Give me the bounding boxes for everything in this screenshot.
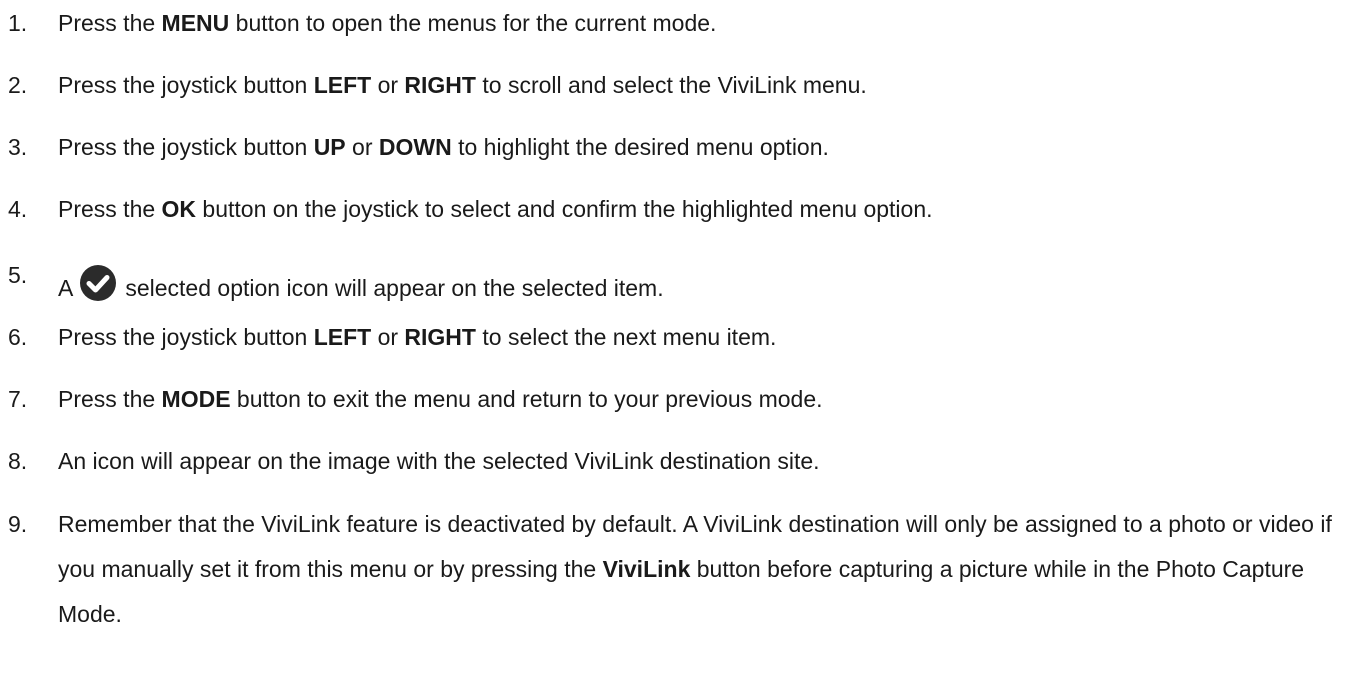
step-number: 1. [8, 10, 28, 36]
keyword-ok: OK [161, 196, 197, 222]
step-number: 2. [8, 72, 28, 98]
keyword-vivilink: ViviLink [602, 556, 691, 582]
step-text: Remember that the ViviLink feature is de… [58, 511, 1332, 627]
keyword-up: UP [313, 134, 346, 160]
step-number: 6. [8, 324, 28, 350]
step-text: Press the joystick button LEFT or RIGHT … [58, 72, 867, 98]
step-number: 9. [8, 511, 28, 537]
check-circle-icon [79, 264, 117, 302]
step-number: 4. [8, 196, 28, 222]
keyword-mode: MODE [161, 386, 231, 412]
keyword-down: DOWN [378, 134, 452, 160]
step-text: Press the MENU button to open the menus … [58, 10, 717, 36]
step-text: Aselected option icon will appear on the… [58, 264, 664, 302]
step-text: Press the MODE button to exit the menu a… [58, 386, 823, 412]
step-number: 3. [8, 134, 28, 160]
keyword-menu: MENU [161, 10, 230, 36]
step-number: 5. [8, 262, 28, 288]
step-text: Press the OK button on the joystick to s… [58, 196, 933, 222]
step-number: 7. [8, 386, 28, 412]
step-text: An icon will appear on the image with th… [58, 448, 820, 474]
keyword-left: LEFT [313, 324, 372, 350]
keyword-right: RIGHT [404, 324, 476, 350]
keyword-left: LEFT [313, 72, 372, 98]
step-text: Press the joystick button LEFT or RIGHT … [58, 324, 777, 350]
step-number: 8. [8, 448, 28, 474]
instruction-document: 1. Press the MENU button to open the men… [0, 0, 1354, 673]
keyword-right: RIGHT [404, 72, 476, 98]
step-text: Press the joystick button UP or DOWN to … [58, 134, 829, 160]
